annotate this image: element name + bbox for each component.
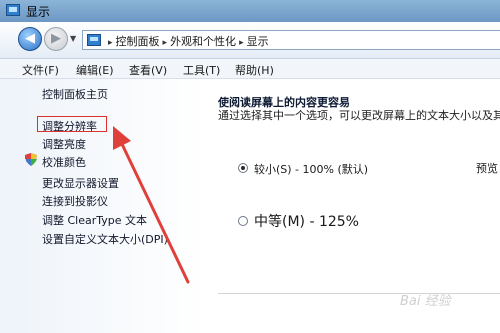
- sidebar-item-calibrate-color[interactable]: 校准颜色: [42, 154, 86, 170]
- forward-arrow-icon: ▶: [51, 31, 61, 46]
- breadcrumb-separator-icon[interactable]: ▸: [163, 38, 168, 48]
- sidebar-item-custom-text-size[interactable]: 设置自定义文本大小(DPI): [42, 231, 168, 247]
- sidebar-item-adjust-brightness[interactable]: 调整亮度: [42, 136, 86, 152]
- back-arrow-icon: ◀: [25, 31, 35, 46]
- preview-label: 预览: [476, 162, 498, 175]
- history-dropdown-icon[interactable]: ▼: [70, 34, 76, 43]
- breadcrumb-separator-icon: ▸: [108, 38, 113, 48]
- breadcrumb-control-panel[interactable]: 控制面板: [116, 35, 160, 48]
- annotation-highlight-box: [37, 116, 107, 132]
- option-smaller-label[interactable]: 较小(S) - 100% (默认): [254, 161, 368, 177]
- radio-medium[interactable]: [238, 216, 248, 226]
- menu-view[interactable]: 查看(V): [129, 62, 167, 78]
- page-description: 通过选择其中一个选项，可以更改屏幕上的文本大小以及其: [218, 109, 500, 122]
- shield-icon: [25, 153, 37, 166]
- menu-bar: 文件(F) 编辑(E) 查看(V) 工具(T) 帮助(H): [0, 59, 500, 79]
- radio-smaller[interactable]: [238, 163, 248, 173]
- address-bar[interactable]: ▸ 控制面板 ▸ 外观和个性化 ▸ 显示: [82, 30, 500, 50]
- breadcrumb-separator-icon[interactable]: ▸: [239, 38, 244, 48]
- back-button[interactable]: ◀: [18, 27, 42, 51]
- watermark-text: Bai 经验: [400, 294, 451, 309]
- breadcrumb: ▸ 控制面板 ▸ 外观和个性化 ▸ 显示: [105, 33, 269, 49]
- sidebar-home-link[interactable]: 控制面板主页: [42, 86, 108, 102]
- display-icon: [6, 4, 20, 16]
- option-medium-label[interactable]: 中等(M) - 125%: [254, 211, 359, 231]
- title-bar: 显示: [0, 0, 500, 23]
- menu-help[interactable]: 帮助(H): [235, 62, 274, 78]
- breadcrumb-display[interactable]: 显示: [247, 35, 269, 48]
- menu-tools[interactable]: 工具(T): [183, 62, 220, 78]
- forward-button[interactable]: ▶: [44, 27, 68, 51]
- navigation-bar: ◀ ▶ ▼ ▸ 控制面板 ▸ 外观和个性化 ▸ 显示: [0, 22, 500, 59]
- sidebar-item-adjust-cleartype[interactable]: 调整 ClearType 文本: [42, 212, 147, 228]
- sidebar-item-change-display-settings[interactable]: 更改显示器设置: [42, 175, 119, 191]
- window-title: 显示: [26, 5, 51, 19]
- content-divider: [218, 293, 500, 294]
- menu-file[interactable]: 文件(F): [22, 62, 59, 78]
- control-panel-icon: [87, 34, 101, 46]
- sidebar-item-connect-projector[interactable]: 连接到投影仪: [42, 193, 108, 209]
- breadcrumb-appearance[interactable]: 外观和个性化: [170, 35, 236, 48]
- menu-edit[interactable]: 编辑(E): [76, 62, 114, 78]
